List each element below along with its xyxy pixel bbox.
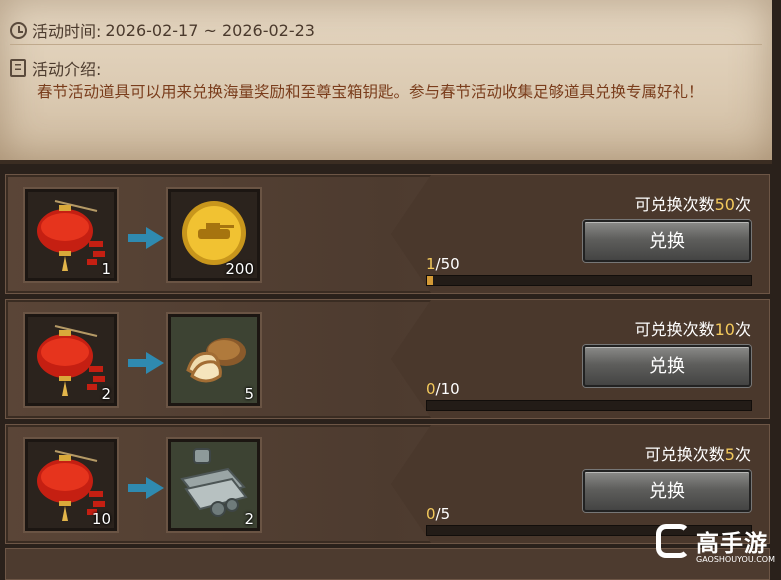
reward-quantity: 200 <box>225 260 254 278</box>
exchange-row: 1 200 可兑换次数50次 兑换 1/50 <box>5 174 770 294</box>
activity-time-row: 活动时间: 2026-02-17 ~ 2026-02-23 <box>10 16 762 45</box>
activity-time-value: 2026-02-17 ~ 2026-02-23 <box>105 20 315 40</box>
activity-info-panel: 活动时间: 2026-02-17 ~ 2026-02-23 活动介绍: 春节活动… <box>0 0 772 164</box>
exchange-times-label: 可兑换次数50次 <box>634 195 751 214</box>
progress-text: 0/5 <box>426 505 450 523</box>
exchange-list[interactable]: 1 200 可兑换次数50次 兑换 1/50 2 5 可兑换次数10次 兑换 0… <box>0 168 781 580</box>
cost-item-slot[interactable]: 10 <box>23 437 119 533</box>
exchange-times-count: 10 <box>714 320 735 339</box>
reward-item-slot[interactable]: 2 <box>166 437 262 533</box>
document-icon <box>10 59 26 77</box>
arrow-right-icon <box>128 227 164 249</box>
watermark-brand: 高手游 <box>696 531 768 557</box>
watermark-logo: 高手游 GAOSHOUYOU.COM <box>654 522 779 568</box>
progress-current: 0 <box>426 505 436 523</box>
progress-total: /10 <box>435 380 460 398</box>
exchange-row: 2 5 可兑换次数10次 兑换 0/10 <box>5 299 770 419</box>
exchange-times-label: 可兑换次数10次 <box>634 320 751 339</box>
progress-total: /50 <box>435 255 460 273</box>
arrow-right-icon <box>128 352 164 374</box>
cost-quantity: 1 <box>101 260 111 278</box>
reward-item-slot[interactable]: 200 <box>166 187 262 283</box>
arrow-right-icon <box>128 477 164 499</box>
exchange-button[interactable]: 兑换 <box>583 220 751 262</box>
cost-quantity: 10 <box>91 510 111 528</box>
exchange-button[interactable]: 兑换 <box>583 470 751 512</box>
reward-item-slot[interactable]: 5 <box>166 312 262 408</box>
activity-intro-text: 春节活动道具可以用来兑换海量奖励和至尊宝箱钥匙。参与春节活动收集足够道具兑换专属… <box>37 83 704 101</box>
exchange-button[interactable]: 兑换 <box>583 345 751 387</box>
cost-item-slot[interactable]: 1 <box>23 187 119 283</box>
brand-logo-icon <box>656 524 690 558</box>
cost-item-slot[interactable]: 2 <box>23 312 119 408</box>
clock-icon <box>10 21 27 39</box>
exchange-times-count: 5 <box>724 445 735 464</box>
activity-time-label: 活动时间: <box>32 22 102 41</box>
activity-intro-row: 活动介绍: <box>10 56 762 80</box>
progress-current: 1 <box>426 255 436 273</box>
progress-fill <box>427 276 434 285</box>
progress-text: 0/10 <box>426 380 460 398</box>
progress-total: /5 <box>435 505 451 523</box>
progress-current: 0 <box>426 380 436 398</box>
cost-quantity: 2 <box>101 385 111 403</box>
exchange-times-count: 50 <box>714 195 735 214</box>
reward-quantity: 2 <box>244 510 254 528</box>
watermark-url: GAOSHOUYOU.COM <box>696 555 776 564</box>
reward-quantity: 5 <box>244 385 254 403</box>
progress-bar <box>426 275 752 286</box>
progress-bar <box>426 400 752 411</box>
activity-intro-label: 活动介绍: <box>32 60 102 79</box>
exchange-times-label: 可兑换次数5次 <box>644 445 751 464</box>
progress-text: 1/50 <box>426 255 460 273</box>
